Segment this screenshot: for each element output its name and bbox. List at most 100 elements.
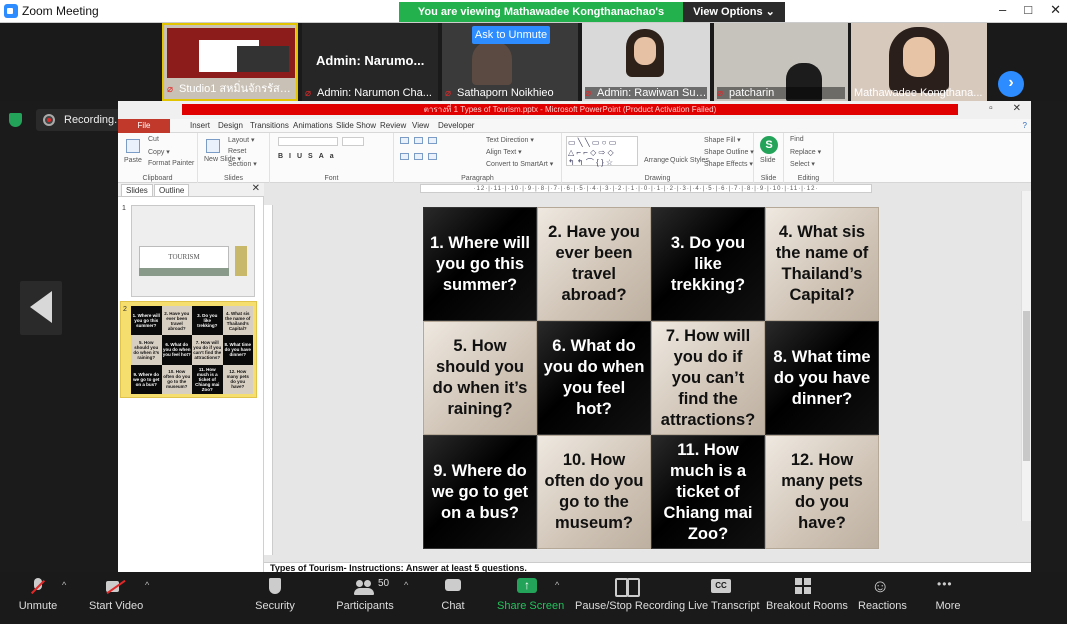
start-video-button[interactable]: Start Video — [89, 578, 143, 612]
participant-tile[interactable]: Admin: Narumo... ⌀ Admin: Narumon Cha... — [302, 23, 438, 101]
video-options-caret-icon[interactable]: ^ — [145, 580, 149, 590]
slide-workarea: ·12·|·11·|·10·|·9·|·8·|·7·|·6·|·5·|·4·|·… — [264, 183, 1031, 572]
tab-outline[interactable]: Outline — [154, 184, 190, 197]
security-button[interactable]: Security — [255, 578, 295, 612]
select-button[interactable]: Select ▾ — [790, 160, 815, 168]
tab-view[interactable]: View — [412, 121, 429, 130]
slide-button[interactable]: Slide — [760, 157, 776, 164]
help-icon[interactable]: ? — [1023, 121, 1027, 130]
share-screen-button[interactable]: Share Screen — [497, 578, 564, 612]
font-name-box[interactable] — [278, 137, 338, 146]
tab-developer[interactable]: Developer — [438, 121, 474, 130]
ribbon-group-slides: New Slide ▾ Layout ▾ Reset Section ▾ Sli… — [198, 133, 270, 183]
new-slide-icon — [206, 139, 220, 153]
question-card: 9. Where do we go to get on a bus? — [423, 435, 537, 549]
format-painter-button[interactable]: Format Painter — [148, 160, 194, 167]
thumbnail-card: 6. What do you do when you feel hot? — [161, 335, 192, 365]
shape-effects-button[interactable]: Shape Effects ▾ — [704, 160, 753, 168]
vertical-ruler — [264, 205, 273, 555]
reset-button[interactable]: Reset — [228, 148, 246, 155]
tab-animations[interactable]: Animations — [293, 121, 333, 130]
panel-close-icon[interactable]: ✕ — [252, 183, 260, 194]
shape-fill-button[interactable]: Shape Fill ▾ — [704, 136, 741, 144]
slide-number: 2 — [123, 306, 127, 313]
participant-tile[interactable]: Mathawadee Kongthana... — [851, 23, 987, 101]
tab-review[interactable]: Review — [380, 121, 406, 130]
participant-tile[interactable]: Ask to Unmute ⌀ Sathaporn Noikhieo — [442, 23, 578, 101]
participant-name: ⌀ Sathaporn Noikhieo — [445, 87, 575, 99]
chat-button[interactable]: Chat — [440, 578, 466, 612]
reactions-button[interactable]: Reactions — [858, 576, 907, 612]
ppt-file-tab[interactable]: File — [118, 119, 170, 133]
text-direction-button[interactable]: Text Direction ▾ — [486, 136, 534, 144]
tab-transitions[interactable]: Transitions — [250, 121, 289, 130]
next-page-button[interactable]: › — [998, 71, 1024, 97]
notes-pane[interactable]: Types of Tourism- Instructions: Answer a… — [264, 562, 1031, 572]
participant-name: ⌀ patcharin — [717, 87, 845, 99]
ribbon-group-font: BIUSAa Font — [270, 133, 394, 183]
title-bar: Zoom Meeting You are viewing Mathawadee … — [0, 0, 1067, 38]
vertical-scrollbar[interactable] — [1021, 191, 1031, 521]
copy-button[interactable]: Copy ▾ — [148, 148, 170, 156]
indent-icon[interactable] — [428, 137, 437, 144]
minimize-button[interactable]: – — [999, 2, 1006, 18]
ppt-close-button[interactable]: ✕ — [1013, 103, 1021, 114]
chat-icon — [442, 578, 464, 596]
align-text-button[interactable]: Align Text ▾ — [486, 148, 522, 156]
meeting-toolbar: Unmute ^ Start Video ^ Security 50 Parti… — [0, 572, 1067, 624]
ask-to-unmute-button[interactable]: Ask to Unmute — [472, 26, 550, 44]
arrange-button[interactable]: Arrange — [644, 157, 669, 164]
align-left-icon[interactable] — [400, 153, 409, 160]
align-right-icon[interactable] — [428, 153, 437, 160]
paste-icon — [126, 139, 140, 153]
breakout-rooms-button[interactable]: Breakout Rooms — [766, 578, 848, 612]
participant-tile[interactable]: ⌀ Studio1 สหมิ่นจักรรัสพ... — [162, 23, 298, 101]
live-transcript-button[interactable]: Live Transcript — [688, 578, 760, 612]
convert-smartart-button[interactable]: Convert to SmartArt ▾ — [486, 160, 553, 168]
participants-button[interactable]: 50 Participants — [336, 578, 394, 612]
tab-slides[interactable]: Slides — [121, 184, 153, 197]
pause-stop-recording-button[interactable]: Pause/Stop Recording — [575, 578, 685, 612]
microphone-muted-icon — [27, 578, 49, 596]
font-size-box[interactable] — [342, 137, 364, 146]
cut-button[interactable]: Cut — [148, 136, 159, 143]
shapes-gallery[interactable]: ▭ ╲ ╲ ▭ ○ ▭ △ ⌐ ⌐ ◇ ⇨ ◇ ↰ ↰ ⌒ { } ☆ — [566, 136, 638, 167]
scrollbar-thumb[interactable] — [1023, 311, 1030, 461]
paste-button[interactable]: Paste — [124, 157, 142, 164]
more-button[interactable]: More — [935, 577, 961, 612]
unmute-button[interactable]: Unmute — [17, 578, 59, 612]
thumbnail-card: 2. Have you ever been travel abroad? — [161, 306, 192, 336]
shared-screen: Recording... ตารางที่ 1 Types of Tourism… — [0, 101, 1067, 572]
find-button[interactable]: Find — [790, 136, 804, 143]
participant-tile[interactable]: ⌀ patcharin — [714, 23, 848, 101]
align-center-icon[interactable] — [414, 153, 423, 160]
layout-button[interactable]: Layout ▾ — [228, 136, 254, 144]
view-options-button[interactable]: View Options ⌄ — [683, 2, 785, 22]
tab-insert[interactable]: Insert — [190, 121, 210, 130]
slide-thumbnail[interactable]: TOURISM — [131, 205, 255, 297]
close-button[interactable]: ✕ — [1050, 2, 1061, 18]
audio-options-caret-icon[interactable]: ^ — [62, 580, 66, 590]
gallery-strip: ⌀ Studio1 สหมิ่นจักรรัสพ... Admin: Narumo… — [0, 23, 1067, 101]
participants-caret-icon[interactable]: ^ — [404, 580, 408, 590]
participant-name-text: Admin: Rawiwan Sukp... — [597, 87, 707, 99]
bullets-icon[interactable] — [400, 137, 409, 144]
participant-tile[interactable]: ⌀ Admin: Rawiwan Sukp... — [582, 23, 710, 101]
tab-design[interactable]: Design — [218, 121, 243, 130]
slide-canvas[interactable]: 1. Where will you go this summer? 2. Have… — [422, 207, 880, 550]
replace-button[interactable]: Replace ▾ — [790, 148, 821, 156]
slide-number: 1 — [122, 205, 126, 212]
numbering-icon[interactable] — [414, 137, 423, 144]
share-options-caret-icon[interactable]: ^ — [555, 580, 559, 590]
question-card: 8. What time do you have dinner? — [765, 321, 879, 435]
section-button[interactable]: Section ▾ — [228, 160, 257, 168]
maximize-button[interactable]: □ — [1024, 2, 1032, 18]
tab-slide-show[interactable]: Slide Show — [336, 121, 376, 130]
shape-outline-button[interactable]: Shape Outline ▾ — [704, 148, 754, 156]
slide-s-icon[interactable]: S — [760, 136, 778, 154]
left-arrow-icon[interactable] — [30, 291, 52, 323]
ppt-restore-button[interactable]: ▫ — [989, 103, 993, 114]
font-format-buttons[interactable]: BIUSAa — [278, 153, 340, 160]
slide-thumbnail-selected[interactable]: 2 1. Where will you go this summer? 2. Ha… — [120, 301, 257, 398]
ribbon-group-clipboard: Paste Cut Copy ▾ Format Painter Clipboar… — [118, 133, 198, 183]
